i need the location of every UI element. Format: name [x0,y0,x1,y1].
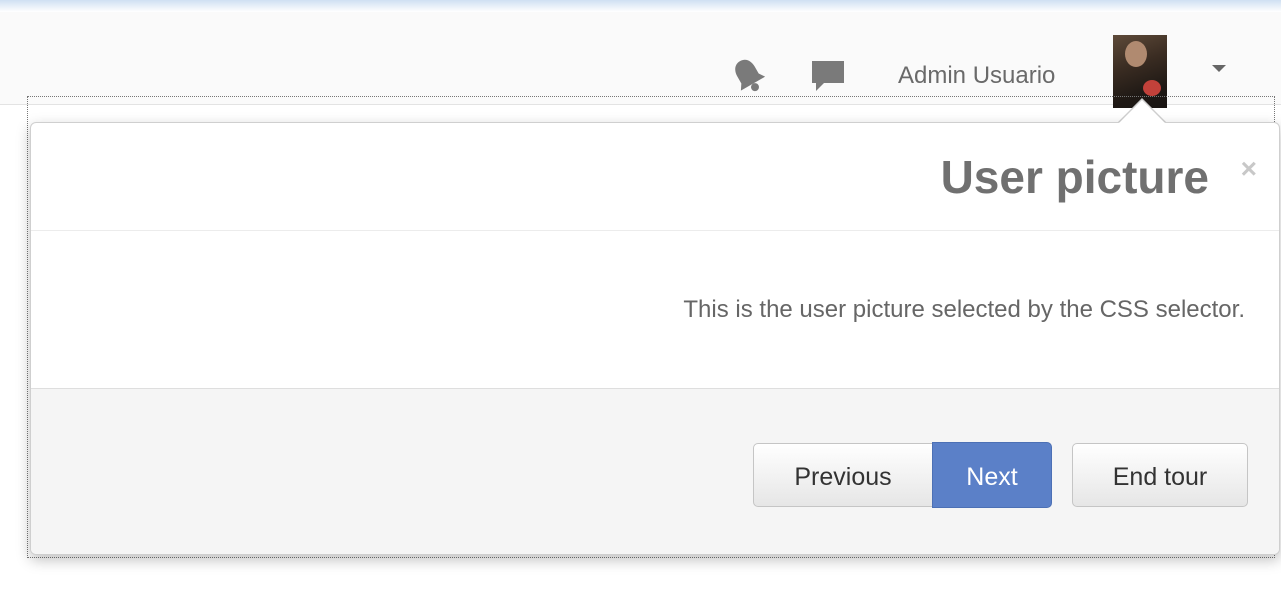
user-name[interactable]: Admin Usuario [898,62,1055,90]
navbar: Admin Usuario [0,12,1281,108]
chat-bubble-icon[interactable] [808,57,848,95]
next-button[interactable]: Next [932,442,1052,508]
end-tour-button[interactable]: End tour [1072,443,1248,507]
popover-title: User picture [940,151,1209,203]
popover-footer: Previous Next End tour [31,389,1279,554]
avatar-detail [1143,80,1161,96]
top-accent-line [0,0,1281,12]
avatar-face [1125,41,1147,67]
previous-button[interactable]: Previous [753,443,933,507]
chevron-down-icon[interactable] [1212,65,1226,72]
popover-content: This is the user picture selected by the… [683,296,1245,323]
bell-icon[interactable] [730,55,766,95]
popover-arrow [1119,100,1165,123]
title-divider [31,230,1279,231]
tour-popover: User picture × This is the user picture … [30,122,1280,555]
close-icon[interactable]: × [1241,151,1257,187]
